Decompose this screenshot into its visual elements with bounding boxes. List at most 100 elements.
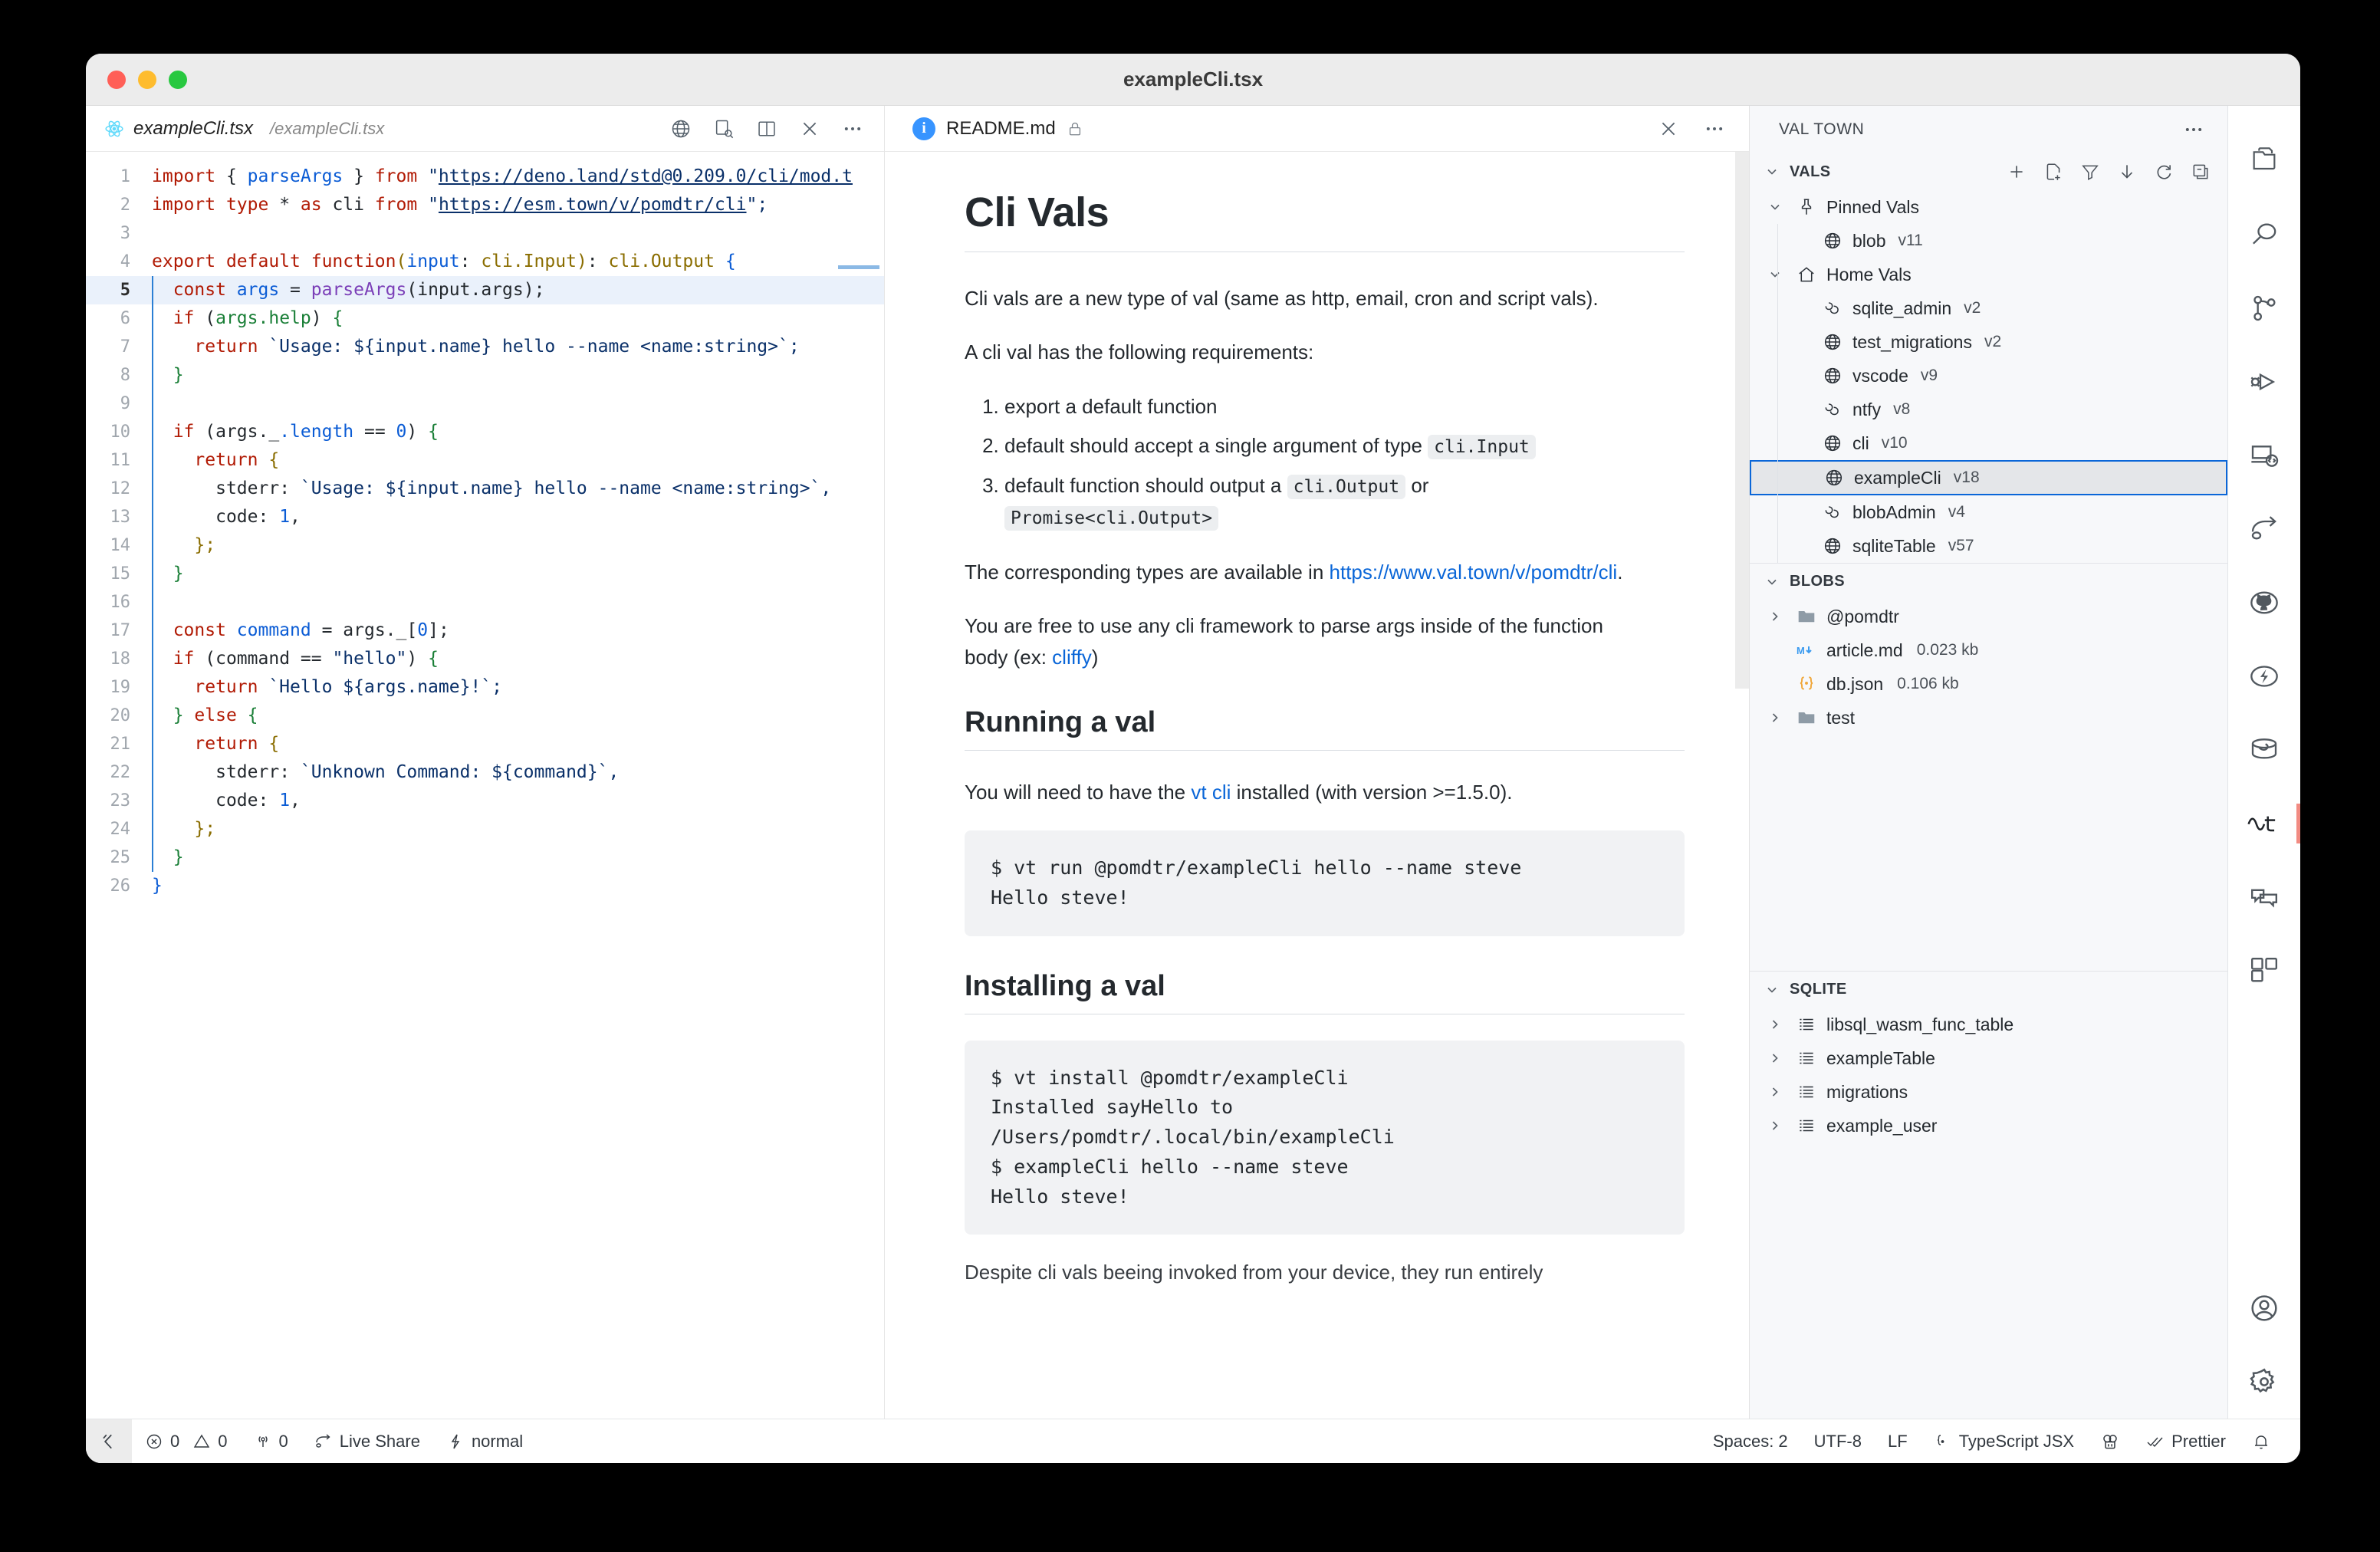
split-editor-icon[interactable] (755, 117, 778, 140)
download-icon[interactable] (2117, 162, 2137, 182)
code-line[interactable]: 3 (86, 219, 884, 248)
sqlite-table-libsql_wasm_func_table[interactable]: libsql_wasm_func_table (1750, 1008, 2227, 1041)
section-header-blobs[interactable]: BLOBS (1750, 563, 2227, 600)
chevron-right-icon[interactable] (1764, 609, 1787, 624)
code-line[interactable]: 10 if (args._.length == 0) { (86, 418, 884, 446)
minimize-window-button[interactable] (138, 70, 156, 89)
code-line[interactable]: 18 if (command == "hello") { (86, 645, 884, 673)
blob-item-test[interactable]: test (1750, 701, 2227, 735)
extensions-icon[interactable] (2228, 934, 2300, 1008)
section-header-sqlite[interactable]: SQLITE (1750, 971, 2227, 1008)
blob-item-dbjson[interactable]: db.json 0.106 kb (1750, 667, 2227, 701)
vt-cli-link[interactable]: vt cli (1191, 781, 1231, 804)
code-line[interactable]: 12 stderr: `Usage: ${input.name} hello -… (86, 475, 884, 503)
filter-icon[interactable] (2080, 162, 2100, 182)
close-icon[interactable] (798, 117, 821, 140)
code-line[interactable]: 20 } else { (86, 702, 884, 730)
code-line[interactable]: 4 export default function(input: cli.Inpu… (86, 248, 884, 276)
indentation-status[interactable]: Spaces: 2 (1700, 1419, 1801, 1464)
blob-item-pomdtr[interactable]: @pomdtr (1750, 600, 2227, 633)
val-item-sqliteTable[interactable]: sqliteTable v57 (1750, 529, 2227, 563)
code-line[interactable]: 22 stderr: `Unknown Command: ${command}`… (86, 758, 884, 787)
chevron-right-icon[interactable] (1764, 1051, 1787, 1066)
code-line[interactable]: 26} (86, 872, 884, 900)
globe-icon[interactable] (669, 117, 692, 140)
code-editor[interactable]: 1 import { parseArgs } from "https://deno… (86, 152, 884, 1419)
val-town-icon[interactable] (2228, 787, 2300, 860)
problems-status[interactable]: 0 0 (132, 1419, 241, 1464)
database-icon[interactable] (2228, 713, 2300, 787)
readme-scrollbar[interactable] (1735, 152, 1749, 689)
zap-status[interactable]: normal (433, 1419, 536, 1464)
code-line[interactable]: 2 import type * as cli from "https://esm.… (86, 191, 884, 219)
live-share-icon[interactable] (2228, 492, 2300, 566)
close-window-button[interactable] (107, 70, 126, 89)
sqlite-table-example_user[interactable]: example_user (1750, 1109, 2227, 1143)
blob-item-articlemd[interactable]: Marticle.md 0.023 kb (1750, 633, 2227, 667)
chevron-right-icon[interactable] (1764, 1017, 1787, 1032)
chevron-right-icon[interactable] (1764, 1084, 1787, 1100)
chevron-down-icon[interactable] (1764, 267, 1787, 282)
eol-status[interactable]: LF (1875, 1419, 1921, 1464)
code-line[interactable]: 16 (86, 588, 884, 617)
open-preview-icon[interactable] (712, 117, 735, 140)
code-line[interactable]: 15 } (86, 560, 884, 588)
val-item-blob[interactable]: blob v11 (1750, 224, 2227, 258)
section-header-vals[interactable]: VALS (1750, 153, 2227, 190)
val-item-vscode[interactable]: vscode v9 (1750, 359, 2227, 393)
sqlite-table-exampleTable[interactable]: exampleTable (1750, 1041, 2227, 1075)
ports-status[interactable]: 0 (241, 1419, 301, 1464)
comments-icon[interactable] (2228, 860, 2300, 934)
code-line[interactable]: 19 return `Hello ${args.name}!`; (86, 673, 884, 702)
encoding-status[interactable]: UTF-8 (1801, 1419, 1875, 1464)
chevron-right-icon[interactable] (1764, 710, 1787, 725)
github-icon[interactable] (2228, 566, 2300, 640)
code-line[interactable]: 7 return `Usage: ${input.name} hello --n… (86, 333, 884, 361)
deno-status[interactable] (2087, 1419, 2133, 1464)
chevron-down-icon[interactable] (1764, 199, 1787, 215)
deno-icon[interactable] (2228, 640, 2300, 713)
vals-group-pinned-vals[interactable]: Pinned Vals (1750, 190, 2227, 224)
editor-tab-examplecli[interactable]: exampleCli.tsx /exampleCli.tsx (104, 118, 384, 140)
val-town-cli-link[interactable]: https://www.val.town/v/pomdtr/cli (1330, 561, 1618, 584)
zoom-window-button[interactable] (169, 70, 187, 89)
live-share-status[interactable]: Live Share (301, 1419, 433, 1464)
vals-group-home-vals[interactable]: Home Vals (1750, 258, 2227, 291)
collapse-all-icon[interactable] (2191, 162, 2211, 182)
code-line[interactable]: 21 return { (86, 730, 884, 758)
code-line[interactable]: 11 return { (86, 446, 884, 475)
search-icon[interactable] (2228, 198, 2300, 271)
code-line[interactable]: 17 const command = args._[0]; (86, 617, 884, 645)
run-and-debug-icon[interactable] (2228, 345, 2300, 419)
code-line[interactable]: 13 code: 1, (86, 503, 884, 531)
val-item-ntfy[interactable]: ntfy v8 (1750, 393, 2227, 426)
chevron-right-icon[interactable] (1764, 1118, 1787, 1133)
code-line[interactable]: 5 const args = parseArgs(input.args); (86, 276, 884, 304)
code-line[interactable]: 14 }; (86, 531, 884, 560)
sidebar-more-icon[interactable] (2183, 119, 2204, 140)
val-item-sqlite_admin[interactable]: sqlite_admin v2 (1750, 291, 2227, 325)
explorer-icon[interactable] (2228, 124, 2300, 198)
refresh-icon[interactable] (2154, 162, 2174, 182)
val-item-blobAdmin[interactable]: blobAdmin v4 (1750, 495, 2227, 529)
more-actions-icon[interactable] (1703, 117, 1726, 140)
sqlite-table-migrations[interactable]: migrations (1750, 1075, 2227, 1109)
val-item-test_migrations[interactable]: test_migrations v2 (1750, 325, 2227, 359)
account-icon[interactable] (2228, 1271, 2300, 1345)
cliffy-link[interactable]: cliffy (1052, 646, 1092, 669)
code-line[interactable]: 8 } (86, 361, 884, 390)
code-line[interactable]: 1 import { parseArgs } from "https://deno… (86, 163, 884, 191)
add-icon[interactable] (2007, 162, 2027, 182)
code-line[interactable]: 9 (86, 390, 884, 418)
notifications-status[interactable] (2239, 1419, 2283, 1464)
code-line[interactable]: 23 code: 1, (86, 787, 884, 815)
val-item-exampleCli[interactable]: exampleCli v18 (1750, 460, 2227, 495)
code-line[interactable]: 24 }; (86, 815, 884, 843)
language-mode-status[interactable]: TypeScript JSX (1921, 1419, 2087, 1464)
minimap-slider[interactable] (838, 265, 879, 269)
more-actions-icon[interactable] (841, 117, 864, 140)
prettier-status[interactable]: Prettier (2133, 1419, 2239, 1464)
close-icon[interactable] (1657, 117, 1680, 140)
val-item-cli[interactable]: cli v10 (1750, 426, 2227, 460)
remote-window-indicator[interactable] (86, 1419, 132, 1463)
